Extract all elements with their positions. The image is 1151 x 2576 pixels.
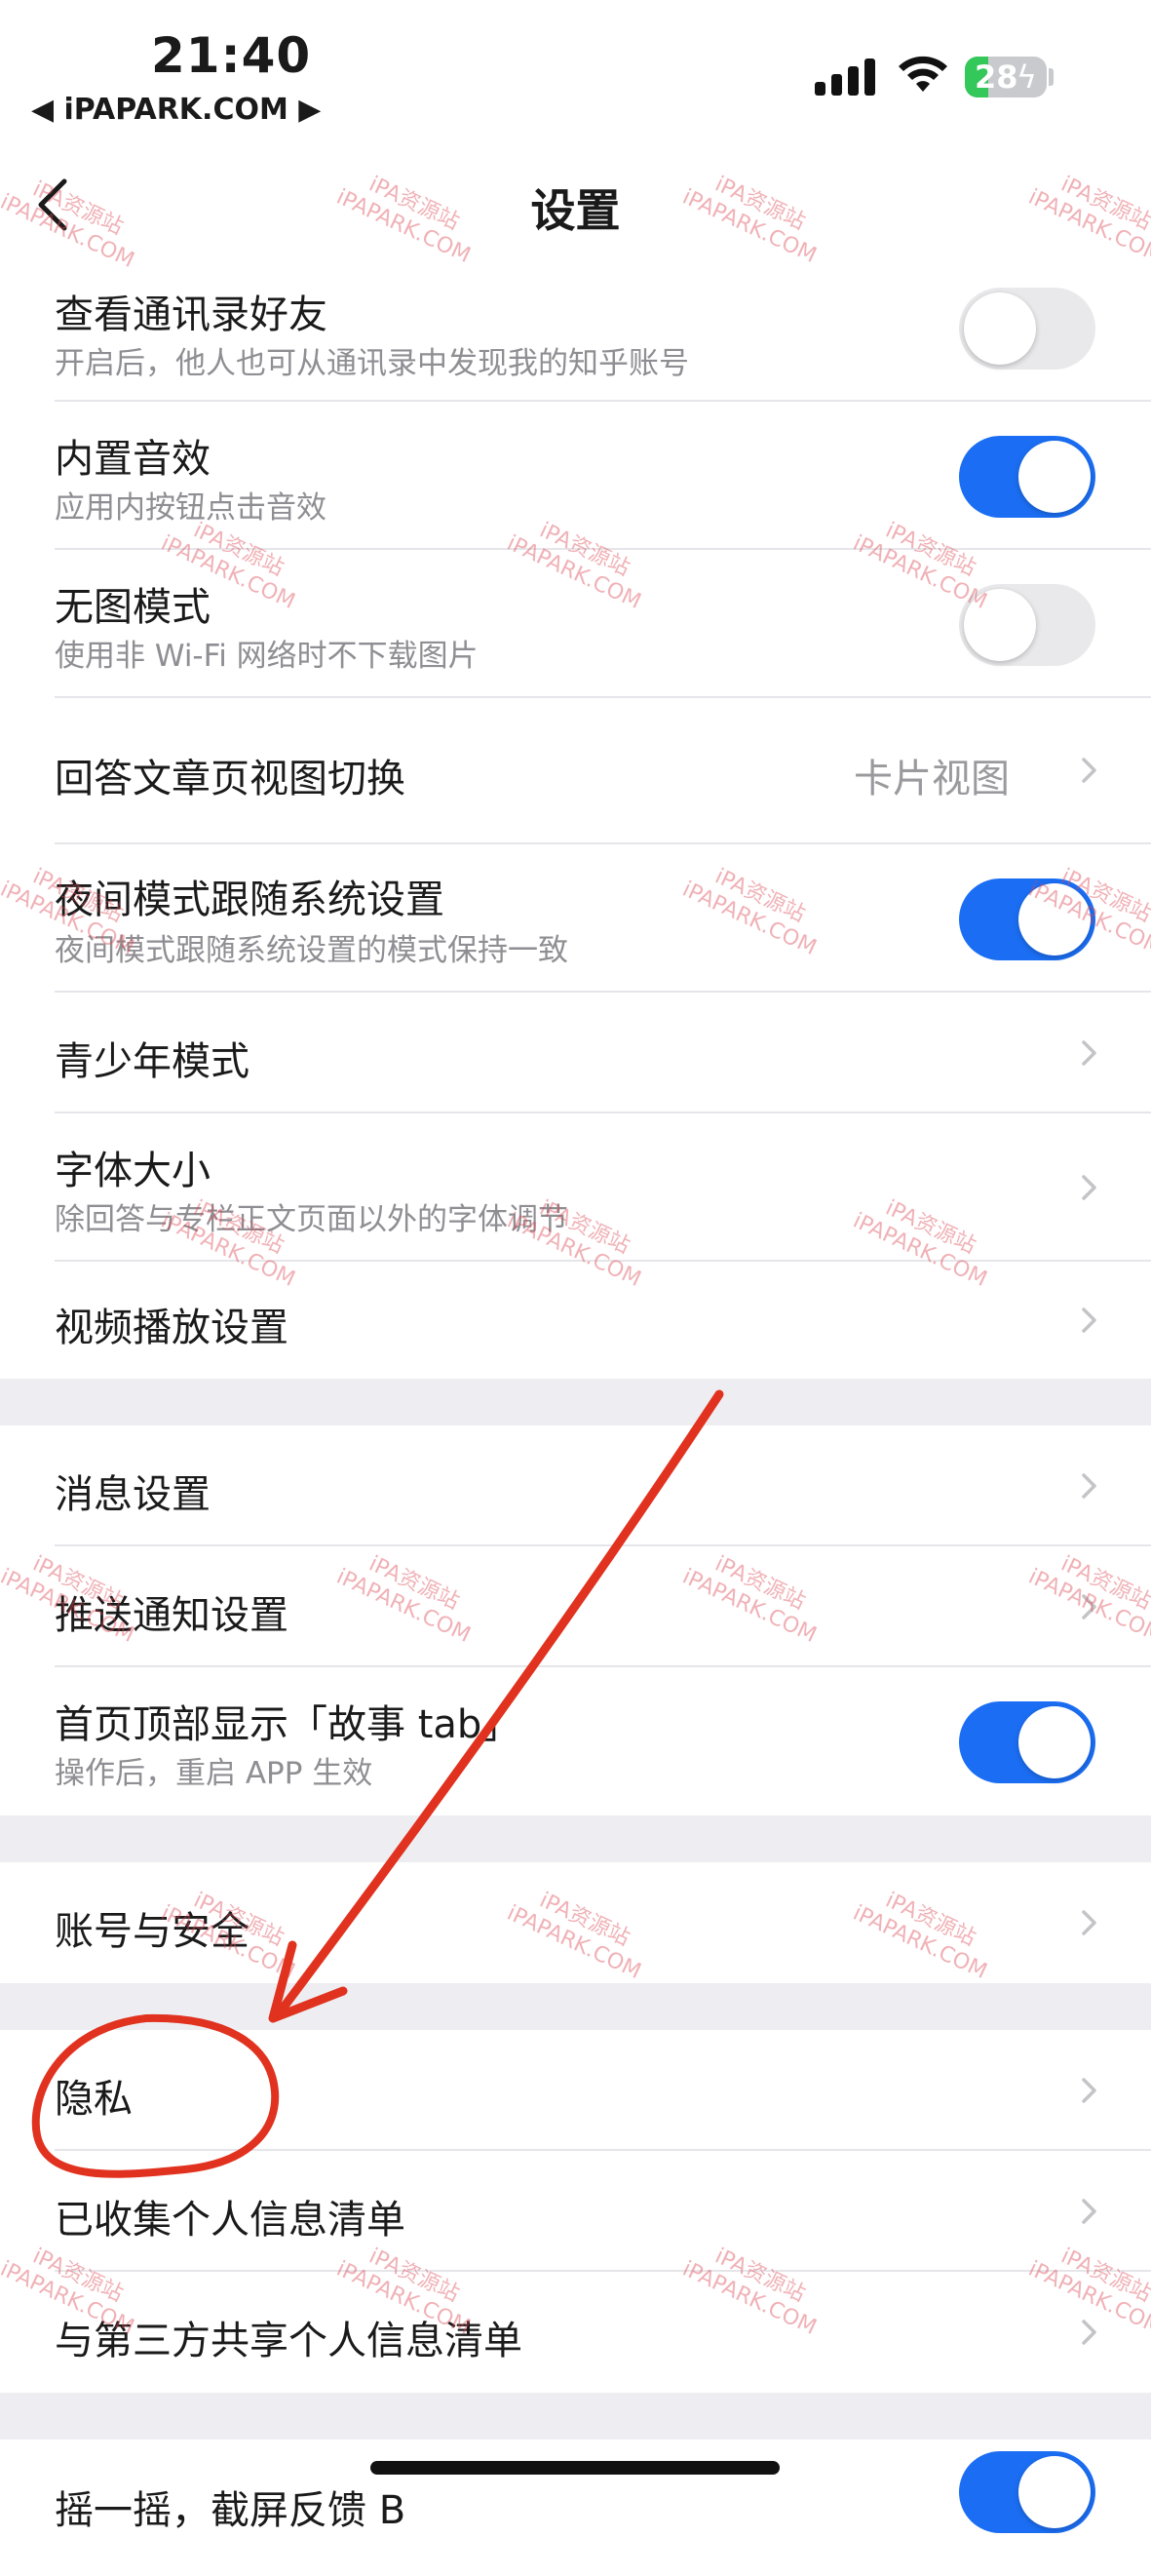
- section-gap: [0, 1983, 1151, 2030]
- toggle-switch-contacts[interactable]: [959, 288, 1095, 370]
- setting-title: 首页顶部显示「故事 tab」: [55, 1702, 521, 1747]
- setting-title: 与第三方共享个人信息清单: [55, 2319, 522, 2363]
- setting-subtitle: 夜间模式跟随系统设置的模式保持一致: [55, 933, 568, 968]
- setting-title: 推送通知设置: [55, 1593, 288, 1638]
- cellular-signal-icon: [815, 59, 875, 96]
- section-gap: [0, 2393, 1151, 2439]
- setting-subtitle: 开启后，他人也可从通讯录中发现我的知乎账号: [55, 346, 689, 381]
- toggle-switch-no-image[interactable]: [959, 584, 1095, 666]
- battery-cap: [1049, 68, 1054, 86]
- chevron-right-icon: [1075, 1472, 1102, 1500]
- setting-value: 卡片视图: [854, 757, 1010, 801]
- chevron-right-icon: [1075, 1039, 1102, 1067]
- section-gap: [0, 1379, 1151, 1425]
- setting-row-messages[interactable]: 消息设置: [0, 1425, 1151, 1546]
- setting-title: 无图模式: [55, 585, 211, 630]
- setting-title: 摇一摇，截屏反馈 B: [55, 2488, 406, 2533]
- chevron-right-icon: [1075, 2198, 1102, 2225]
- toggle-switch-night-mode[interactable]: [959, 878, 1095, 960]
- chevron-right-icon: [1075, 2319, 1102, 2346]
- setting-title: 字体大小: [55, 1149, 211, 1193]
- battery-percent: 28: [975, 59, 1018, 96]
- setting-row-no-image-mode[interactable]: 无图模式 使用非 Wi-Fi 网络时不下载图片: [0, 550, 1151, 698]
- toggle-switch-story-tab[interactable]: [959, 1701, 1095, 1783]
- setting-title: 账号与安全: [55, 1909, 249, 1954]
- chevron-right-icon: [1075, 757, 1102, 784]
- setting-row-view-switch[interactable]: 回答文章页视图切换 卡片视图: [0, 698, 1151, 844]
- nav-bar: 设置: [0, 156, 1151, 254]
- carrier-label: ◀ iPAPARK.COM ▶: [31, 93, 322, 127]
- setting-subtitle: 操作后，重启 APP 生效: [55, 1756, 373, 1791]
- charging-bolt-icon: ϟ: [1016, 59, 1037, 96]
- setting-row-font-size[interactable]: 字体大小 除回答与专栏正文页面以外的字体调节: [0, 1113, 1151, 1262]
- section-gap: [0, 1815, 1151, 1862]
- setting-row-night-mode[interactable]: 夜间模式跟随系统设置 夜间模式跟随系统设置的模式保持一致: [0, 844, 1151, 993]
- chevron-right-icon: [1075, 1174, 1102, 1201]
- setting-row-contacts-friends[interactable]: 查看通讯录好友 开启后，他人也可从通讯录中发现我的知乎账号: [0, 254, 1151, 402]
- setting-title: 查看通讯录好友: [55, 293, 327, 337]
- setting-row-third-party-sharing[interactable]: 与第三方共享个人信息清单: [0, 2272, 1151, 2393]
- setting-title: 视频播放设置: [55, 1306, 288, 1350]
- setting-subtitle: 应用内按钮点击音效: [55, 490, 326, 526]
- setting-row-shake-feedback[interactable]: 摇一摇，截屏反馈 B: [0, 2439, 1151, 2576]
- setting-row-story-tab[interactable]: 首页顶部显示「故事 tab」 操作后，重启 APP 生效: [0, 1667, 1151, 1815]
- setting-subtitle: 除回答与专栏正文页面以外的字体调节: [55, 1202, 568, 1237]
- setting-title: 内置音效: [55, 437, 211, 482]
- setting-row-teen-mode[interactable]: 青少年模式: [0, 993, 1151, 1113]
- setting-row-push-notifications[interactable]: 推送通知设置: [0, 1546, 1151, 1667]
- toggle-switch-sound[interactable]: [959, 436, 1095, 518]
- settings-list: 查看通讯录好友 开启后，他人也可从通讯录中发现我的知乎账号 内置音效 应用内按钮…: [0, 254, 1151, 2576]
- setting-row-privacy[interactable]: 隐私: [0, 2030, 1151, 2151]
- chevron-right-icon: [1075, 1909, 1102, 1936]
- setting-title: 夜间模式跟随系统设置: [55, 878, 444, 922]
- status-time: 21:40: [151, 27, 312, 84]
- setting-title: 已收集个人信息清单: [55, 2198, 405, 2243]
- chevron-right-icon: [1075, 2077, 1102, 2104]
- setting-row-sound-effects[interactable]: 内置音效 应用内按钮点击音效: [0, 402, 1151, 550]
- page-title: 设置: [530, 184, 621, 237]
- setting-row-collected-info[interactable]: 已收集个人信息清单: [0, 2151, 1151, 2272]
- setting-title: 隐私: [55, 2077, 133, 2122]
- setting-row-video-playback[interactable]: 视频播放设置: [0, 1262, 1151, 1379]
- status-bar: 21:40 ◀ iPAPARK.COM ▶ 28 ϟ: [0, 0, 1151, 156]
- wifi-icon: [899, 56, 947, 92]
- chevron-right-icon: [1075, 1307, 1102, 1334]
- battery-icon: 28 ϟ: [965, 57, 1047, 98]
- home-indicator[interactable]: [370, 2461, 780, 2475]
- toggle-switch-shake-feedback[interactable]: [959, 2451, 1095, 2533]
- setting-title: 回答文章页视图切换: [55, 757, 405, 801]
- chevron-right-icon: [1075, 1593, 1102, 1620]
- setting-row-account-security[interactable]: 账号与安全: [0, 1862, 1151, 1983]
- setting-subtitle: 使用非 Wi-Fi 网络时不下载图片: [55, 639, 479, 674]
- setting-title: 消息设置: [55, 1472, 211, 1517]
- setting-title: 青少年模式: [55, 1039, 249, 1084]
